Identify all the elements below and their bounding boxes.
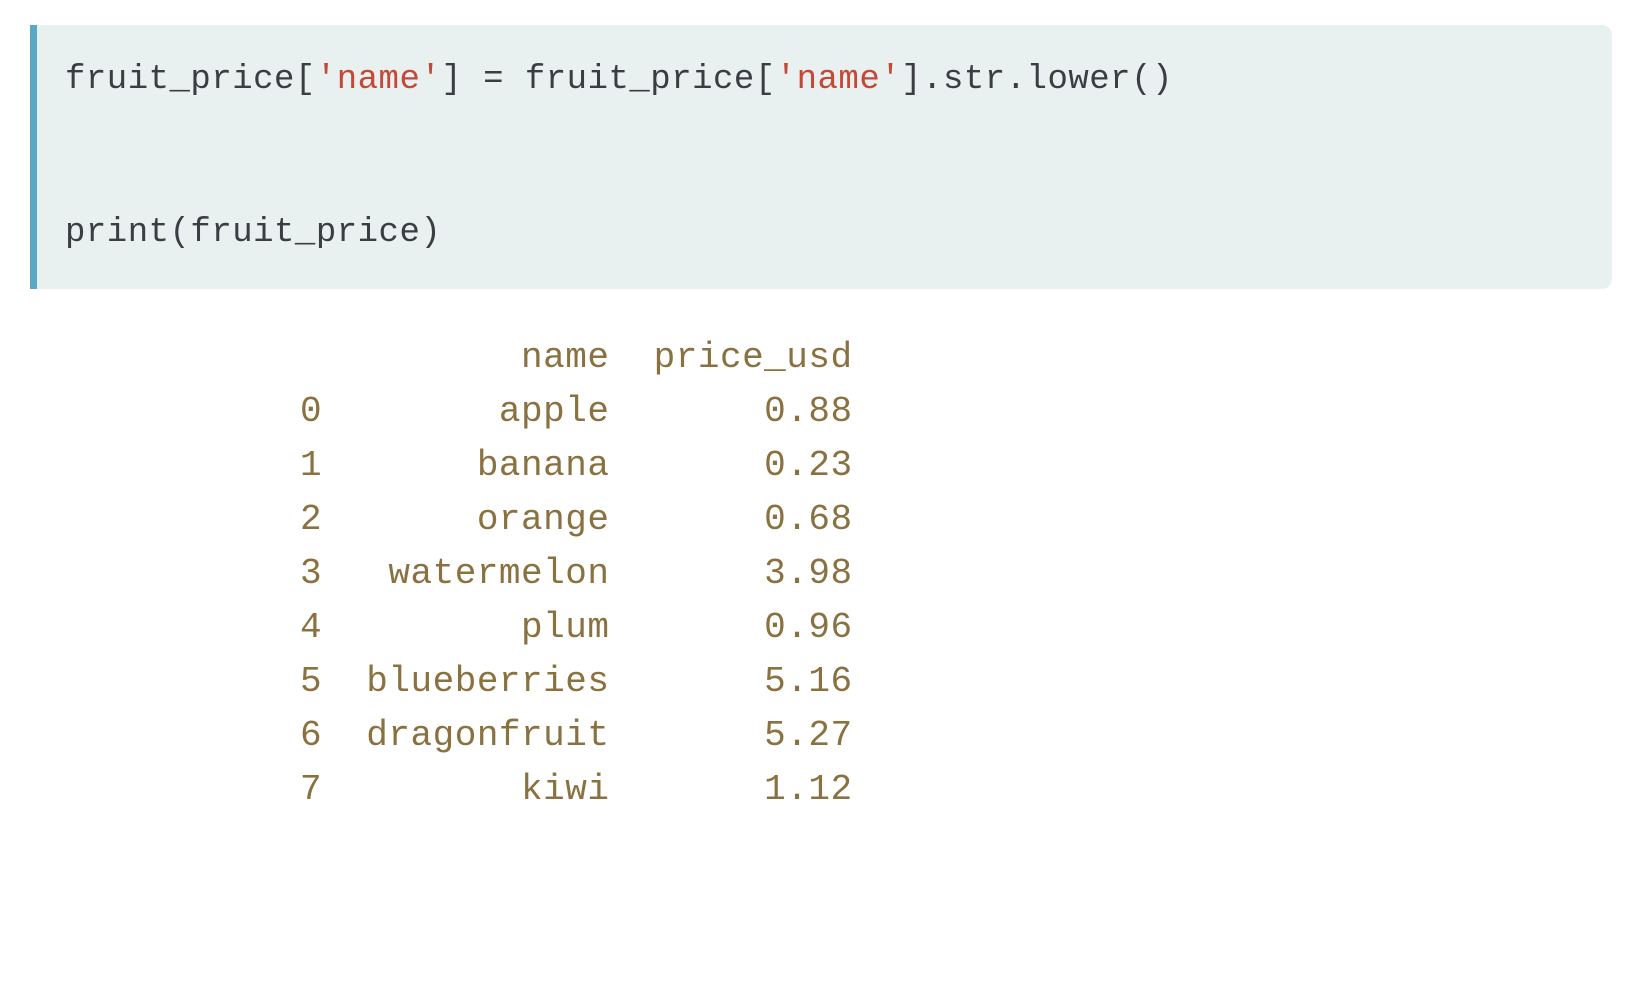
code-text: fruit_price[ xyxy=(65,61,316,99)
string-literal: 'name' xyxy=(316,61,441,99)
code-text: ] = fruit_price[ xyxy=(441,61,775,99)
output-row: 1 banana 0.23 xyxy=(300,439,1642,493)
output-row: 3 watermelon 3.98 xyxy=(300,547,1642,601)
code-line-blank xyxy=(65,106,1584,157)
output-row: 7 kiwi 1.12 xyxy=(300,763,1642,817)
code-line-3: print(fruit_price) xyxy=(65,208,1584,259)
output-row: 5 blueberries 5.16 xyxy=(300,655,1642,709)
output-header: name price_usd xyxy=(300,331,1642,385)
output-row: 4 plum 0.96 xyxy=(300,601,1642,655)
code-line-1: fruit_price['name'] = fruit_price['name'… xyxy=(65,55,1584,106)
code-block: fruit_price['name'] = fruit_price['name'… xyxy=(30,25,1612,289)
output-row: 0 apple 0.88 xyxy=(300,385,1642,439)
output-row: 6 dragonfruit 5.27 xyxy=(300,709,1642,763)
code-line-blank xyxy=(65,157,1584,208)
output-row: 2 orange 0.68 xyxy=(300,493,1642,547)
code-text: ].str.lower() xyxy=(901,61,1173,99)
output-block: name price_usd 0 apple 0.88 1 banana 0.2… xyxy=(0,331,1642,817)
string-literal: 'name' xyxy=(776,61,901,99)
